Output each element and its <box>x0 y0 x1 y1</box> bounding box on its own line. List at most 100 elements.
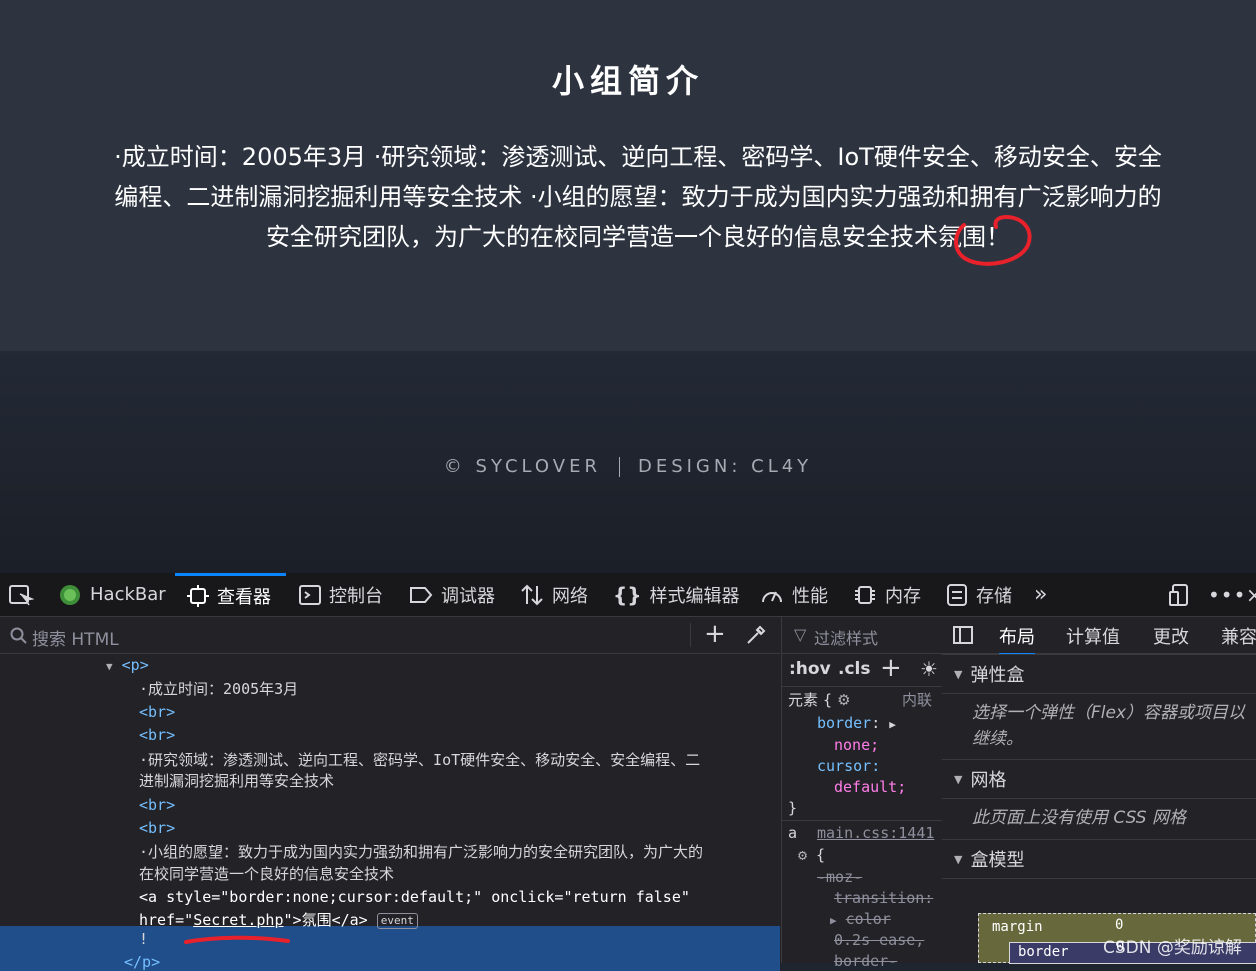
tab-label-network: 网络 <box>552 585 588 607</box>
tree-p-close[interactable]: </p> <box>124 953 160 971</box>
tab-label-hackbar: HackBar <box>90 584 166 605</box>
search-input[interactable]: 搜索 HTML <box>32 625 119 650</box>
tab-console[interactable]: 控制台 <box>299 573 383 616</box>
footer-divider <box>618 457 620 477</box>
close-devtools-button[interactable]: × <box>1246 573 1256 616</box>
tab-storage[interactable]: 存储 <box>946 573 1012 616</box>
box-model-section-header[interactable]: ▼ 盒模型 <box>942 839 1256 879</box>
tab-label-memory: 内存 <box>885 585 921 607</box>
filter-styles-input[interactable]: 过滤样式 <box>814 625 878 649</box>
tab-layout[interactable]: 布局 <box>999 623 1035 655</box>
rule-close-brace: } <box>788 799 798 817</box>
href-link[interactable]: Secret.php <box>193 911 283 929</box>
rules-toolbar: :hov .cls + ☀ <box>782 653 942 687</box>
tab-performance[interactable]: 性能 <box>760 573 828 616</box>
tab-debugger[interactable]: 调试器 <box>409 573 495 616</box>
tree-text-node[interactable]: ·研究领域：渗透测试、逆向工程、密码学、IoT硬件安全、移动安全、安全编程、二 <box>139 749 700 770</box>
rule-source-link[interactable]: main.css:1441 <box>817 824 934 842</box>
tree-p-open[interactable]: ▼ <p> <box>106 656 149 674</box>
braces-icon: {} <box>613 582 642 607</box>
rule-val-cursor[interactable]: default; <box>834 778 906 796</box>
rule-selector-a: a <box>788 824 798 842</box>
devtools-panel: HackBar 查看器 控制台 调试器 网络 {} 样式编辑器 性能 内存 存储… <box>0 573 1256 971</box>
inspector-icon <box>187 585 209 607</box>
options-menu-button[interactable]: ••• <box>1208 573 1246 616</box>
toggle-pane-icon[interactable] <box>953 626 973 644</box>
tree-text-node: 在校同学营造一个良好的信息安全技术 <box>139 865 395 883</box>
tab-label-debugger: 调试器 <box>441 585 495 607</box>
tree-text-node[interactable]: ·小组的愿望：致力于成为国内实力强劲和拥有广泛影响力的安全研究团队，为广大的 <box>139 841 703 862</box>
light-mode-icon[interactable]: ☀ <box>920 657 938 681</box>
struck-property[interactable]: -moz- <box>817 868 862 886</box>
struck-property[interactable]: border- <box>834 952 897 970</box>
margin-value: 0 <box>1115 917 1124 933</box>
layout-tabbar: 布局 计算值 更改 兼容 <box>942 617 1256 655</box>
tab-style-editor[interactable]: {} 样式编辑器 <box>613 573 739 616</box>
element-picker-button[interactable] <box>8 573 42 616</box>
struck-property[interactable]: ▶ color <box>830 910 891 928</box>
network-icon <box>521 584 543 605</box>
memory-icon <box>855 585 875 604</box>
tree-br[interactable]: <br> <box>139 796 175 814</box>
intro-line-3-text: 安全研究团队，为广大的在校同学营造一个良好的信息安全技术 <box>266 223 938 251</box>
struck-property[interactable]: transition: <box>834 889 933 907</box>
tab-compatibility[interactable]: 兼容 <box>1221 623 1256 649</box>
performance-icon <box>762 591 782 602</box>
grid-section-header[interactable]: ▼ 网格 <box>942 759 1256 799</box>
rule-prop-border[interactable]: border: ▶ <box>817 714 896 732</box>
hov-toggle[interactable]: :hov <box>789 659 831 679</box>
intro-paragraph: ·成立时间：2005年3月 ·研究领域：渗透测试、逆向工程、密码学、IoT硬件安… <box>70 137 1206 257</box>
tab-label-inspector: 查看器 <box>217 587 271 608</box>
responsive-icon <box>1169 583 1188 606</box>
event-badge[interactable]: event <box>376 912 418 929</box>
html-tree-panel: 搜索 HTML + ▼ <p> ·成立时间：2005年3月 <br> <br> … <box>0 617 780 971</box>
close-icon: × <box>1246 582 1256 607</box>
selected-anchor-node[interactable] <box>0 926 780 971</box>
intro-line-2: 编程、二进制漏洞挖掘利用等安全技术 ·小组的愿望：致力于成为国内实力强劲和拥有广… <box>114 183 1162 211</box>
tree-br[interactable]: <br> <box>139 819 175 837</box>
hidden-link-atmosphere[interactable]: 氛围！ <box>938 223 1010 251</box>
tab-computed[interactable]: 计算值 <box>1066 623 1120 649</box>
expand-triangle-icon: ▼ <box>954 667 963 681</box>
struck-value[interactable]: 0.2s ease, <box>834 931 924 949</box>
tab-hackbar[interactable]: HackBar <box>58 573 166 616</box>
csdn-watermark: CSDN @奖励谅解 <box>1103 938 1242 958</box>
responsive-design-button[interactable] <box>1168 573 1200 616</box>
add-node-icon[interactable]: + <box>704 619 726 649</box>
expand-triangle-icon: ▼ <box>954 772 963 786</box>
tab-label-storage: 存储 <box>976 585 1012 607</box>
eyedropper-icon[interactable] <box>745 624 767 646</box>
cls-toggle[interactable]: .cls <box>838 659 870 679</box>
page-title: 小组简介 <box>551 62 704 100</box>
tab-memory[interactable]: 内存 <box>853 573 921 616</box>
hackbar-icon <box>60 584 80 605</box>
red-underline-annotation <box>184 935 290 944</box>
css-rules-panel: ▽ 过滤样式 :hov .cls + ☀ 元素 { ⚙ 内联 border: ▶… <box>781 617 943 970</box>
border-label: border <box>1018 944 1069 960</box>
tab-network[interactable]: 网络 <box>520 573 588 616</box>
tab-label-performance: 性能 <box>792 585 828 607</box>
tree-br[interactable]: <br> <box>139 726 175 744</box>
html-search-bar[interactable]: 搜索 HTML + <box>0 617 780 654</box>
tree-text-exclaim[interactable]: ! <box>139 930 148 948</box>
tree-br[interactable]: <br> <box>139 703 175 721</box>
tree-text-node[interactable]: ·成立时间：2005年3月 <box>139 678 298 699</box>
rules-filter-bar[interactable]: ▽ 过滤样式 <box>782 617 942 654</box>
tab-inspector[interactable]: 查看器 <box>175 573 286 616</box>
double-chevron-icon: » <box>1034 582 1048 607</box>
rule-prop-cursor[interactable]: cursor: <box>817 757 880 775</box>
more-tabs-button[interactable]: » <box>1034 573 1047 616</box>
footer-design: DESIGN: CL4Y <box>637 456 813 477</box>
devtools-toolbar: HackBar 查看器 控制台 调试器 网络 {} 样式编辑器 性能 内存 存储… <box>0 573 1256 617</box>
tab-changes[interactable]: 更改 <box>1153 623 1189 649</box>
debugger-icon <box>410 586 433 603</box>
search-icon <box>10 627 27 644</box>
tree-anchor-line1[interactable]: <a style="border:none;cursor:default;" o… <box>139 888 690 906</box>
flexbox-section-header[interactable]: ▼ 弹性盒 <box>942 654 1256 694</box>
tree-anchor-line2[interactable]: href="Secret.php">氛围</a> event <box>139 909 418 930</box>
rule-val-border[interactable]: none; <box>834 736 879 754</box>
tab-label-style-editor: 样式编辑器 <box>649 585 740 607</box>
expand-triangle-icon: ▼ <box>954 852 963 866</box>
add-rule-icon[interactable]: + <box>880 653 902 683</box>
inline-source-label: 内联 <box>902 691 933 709</box>
